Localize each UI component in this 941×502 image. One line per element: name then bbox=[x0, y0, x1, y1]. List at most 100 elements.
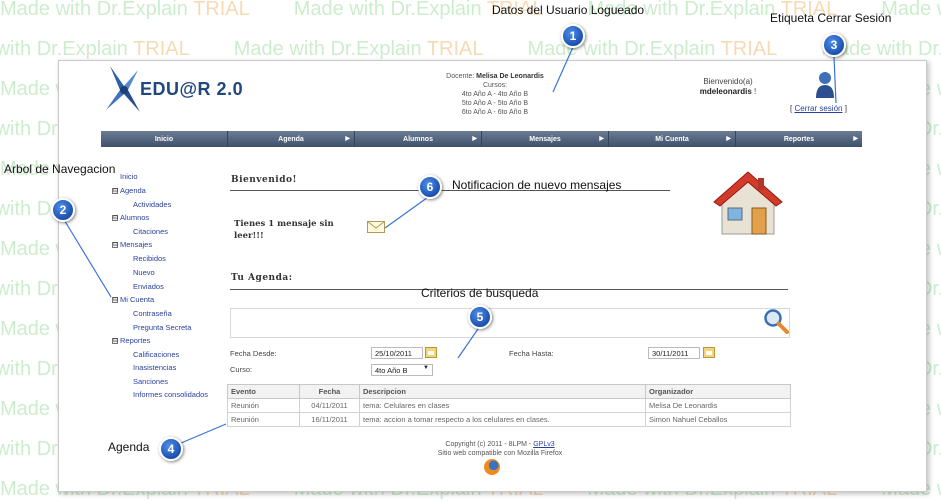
new-message-notice: Tienes 1 mensaje sin leer!!! bbox=[234, 219, 334, 241]
nav-item-reportes[interactable]: Reportes ▶ bbox=[736, 131, 862, 147]
watermark-trial: TRIAL bbox=[426, 38, 484, 60]
agenda-table: Evento Fecha Descripcion Organizador Reu… bbox=[227, 384, 791, 427]
tree-label: Informes consolidados bbox=[133, 390, 209, 399]
tree-collapse-icon[interactable]: ⊟ bbox=[112, 297, 118, 304]
tree-item-informes-consolidados[interactable]: Informes consolidados bbox=[133, 390, 208, 399]
logout-bracket-open: [ bbox=[790, 104, 793, 113]
nav-item-alumnos[interactable]: Alumnos ▶ bbox=[355, 131, 482, 147]
table-cell: Reunión bbox=[227, 412, 300, 427]
column-header[interactable]: Evento bbox=[227, 384, 300, 399]
tree-collapse-icon[interactable]: ⊟ bbox=[112, 188, 118, 195]
tree-item-calificaciones[interactable]: Calificaciones bbox=[133, 350, 179, 359]
tree-item-agenda[interactable]: ⊟ Agenda bbox=[112, 186, 146, 195]
logout-bracket-close: ] bbox=[844, 104, 847, 113]
logout-link-wrapper: [ Cerrar sesión ] bbox=[790, 104, 847, 113]
tree-item-actividades[interactable]: Actividades bbox=[133, 200, 171, 209]
app-logo-text: EDU@R 2.0 bbox=[140, 79, 244, 99]
fecha-hasta-input[interactable]: 30/11/2011 bbox=[648, 347, 700, 359]
nav-label: Mi Cuenta bbox=[655, 135, 689, 143]
table-cell: tema: Celulares en clases bbox=[359, 398, 646, 413]
callout-badge-3: 3 bbox=[822, 33, 846, 57]
nav-item-agenda[interactable]: Agenda ▶ bbox=[228, 131, 355, 147]
tree-item-recibidos[interactable]: Recibidos bbox=[133, 254, 166, 263]
calendar-icon[interactable] bbox=[425, 347, 437, 358]
calendar-icon[interactable] bbox=[703, 347, 715, 358]
main-nav-bar: Inicio Agenda ▶ Alumnos ▶ Mensajes ▶ Mi Cue… bbox=[101, 131, 862, 147]
nav-label: Inicio bbox=[154, 135, 174, 143]
tree-label: Citaciones bbox=[133, 227, 169, 236]
callout-badge-4: 4 bbox=[159, 437, 183, 461]
tree-collapse-icon[interactable]: ⊟ bbox=[112, 215, 118, 222]
tree-label: Reportes bbox=[120, 336, 151, 345]
curso-line: 4to Año A - 4to Año B bbox=[461, 91, 529, 98]
user-avatar-icon bbox=[816, 72, 834, 98]
tree-collapse-icon[interactable]: ⊟ bbox=[112, 338, 118, 345]
column-header[interactable]: Organizador bbox=[645, 384, 791, 399]
column-header[interactable]: Descripcion bbox=[359, 384, 646, 399]
fecha-hasta-label: Fecha Hasta: bbox=[509, 349, 554, 358]
tree-label: Recibidos bbox=[133, 254, 166, 263]
nav-label: Reportes bbox=[783, 135, 815, 143]
tree-item-nuevo[interactable]: Nuevo bbox=[133, 268, 155, 277]
watermark-text: Made with Dr.Explain TRIAL bbox=[233, 38, 484, 60]
fecha-desde-input[interactable]: 25/10/2011 bbox=[371, 347, 423, 359]
tree-item-reportes[interactable]: ⊟ Reportes bbox=[112, 336, 150, 345]
nav-label: Agenda bbox=[278, 135, 304, 143]
app-window bbox=[58, 60, 927, 492]
tree-item-enviados[interactable]: Enviados bbox=[133, 282, 164, 291]
tree-item-mensajes[interactable]: ⊟ Mensajes bbox=[112, 240, 152, 249]
callout-badge-2: 2 bbox=[51, 198, 75, 222]
envelope-icon[interactable] bbox=[367, 221, 385, 233]
logout-link[interactable]: Cerrar sesión bbox=[794, 104, 842, 113]
nav-arrow-icon: ▶ bbox=[726, 136, 731, 142]
tree-collapse-icon[interactable]: ⊟ bbox=[112, 242, 118, 249]
tree-item-inasistencias[interactable]: Inasistencias bbox=[133, 363, 176, 372]
nav-arrow-icon: ▶ bbox=[345, 136, 350, 142]
callout-label: Agenda bbox=[108, 440, 150, 454]
welcome-user: Bienvenido(a) mdeleonardis ! bbox=[688, 77, 768, 97]
curso-select[interactable]: 4to Año B ▼ bbox=[371, 364, 433, 376]
search-icon[interactable] bbox=[763, 308, 789, 334]
nav-item-inicio[interactable]: Inicio bbox=[101, 131, 228, 147]
callout-label: Datos del Usuario Logueado bbox=[492, 3, 645, 17]
watermark-text: Made with Dr.Explain TRIAL bbox=[0, 0, 250, 20]
table-cell: tema: accion a tomar respecto a los celu… bbox=[359, 412, 646, 427]
table-row[interactable]: Reunión 16/11/2011 tema: accion a tomar … bbox=[227, 412, 791, 427]
tree-label: Mi Cuenta bbox=[120, 295, 155, 304]
tree-item-citaciones[interactable]: Citaciones bbox=[133, 227, 168, 236]
tree-label: Inasistencias bbox=[133, 363, 177, 372]
firefox-icon[interactable] bbox=[484, 459, 500, 475]
tree-item-alumnos[interactable]: ⊟ Alumnos bbox=[112, 213, 149, 222]
callout-label: Etiqueta Cerrar Sesión bbox=[770, 11, 892, 25]
curso-line: 6to Año A - 6to Año B bbox=[461, 109, 529, 116]
tree-label: Actividades bbox=[133, 200, 172, 209]
table-cell: 16/11/2011 bbox=[299, 412, 360, 427]
welcome-suffix: ! bbox=[754, 87, 757, 96]
tree-item-sanciones[interactable]: Sanciones bbox=[133, 377, 168, 386]
footer: Copyright (c) 2011 - 8LPM - GPLv3 Sitio … bbox=[400, 440, 600, 458]
home-icon[interactable] bbox=[712, 170, 784, 238]
compat-text: Sitio web compatible con Mozilla Firefox bbox=[437, 450, 563, 457]
table-cell: Melisa De Leonardis bbox=[645, 398, 791, 413]
search-criteria-box bbox=[230, 308, 790, 338]
nav-item-mi-cuenta[interactable]: Mi Cuenta ▶ bbox=[609, 131, 736, 147]
license-link[interactable]: GPLv3 bbox=[533, 441, 554, 448]
tree-item-pregunta-secreta[interactable]: Pregunta Secreta bbox=[133, 323, 191, 332]
tree-item-contrasena[interactable]: Contraseña bbox=[133, 309, 172, 318]
username: mdeleonardis bbox=[699, 87, 752, 96]
curso-line: 5to Año A - 5to Año B bbox=[461, 100, 529, 107]
table-row[interactable]: Reunión 04/11/2011 tema: Celulares en cl… bbox=[227, 398, 791, 413]
tree-item-mi-cuenta[interactable]: ⊟ Mi Cuenta bbox=[112, 295, 154, 304]
column-header[interactable]: Fecha bbox=[299, 384, 360, 399]
welcome-heading: Bienvenido! bbox=[231, 175, 297, 185]
tree-label: Agenda bbox=[120, 186, 146, 195]
callout-badge-1: 1 bbox=[561, 24, 585, 48]
curso-label: Curso: bbox=[230, 365, 253, 374]
agenda-heading: Tu Agenda: bbox=[231, 273, 293, 283]
tree-item-inicio[interactable]: Inicio bbox=[120, 172, 138, 181]
tree-label: Enviados bbox=[133, 282, 164, 291]
docente-label: Docente: bbox=[446, 73, 475, 80]
nav-item-mensajes[interactable]: Mensajes ▶ bbox=[482, 131, 609, 147]
screenshot-root: Made with Dr.Explain TRIAL Made with Dr.E… bbox=[0, 0, 941, 502]
tree-label: Sanciones bbox=[133, 377, 169, 386]
